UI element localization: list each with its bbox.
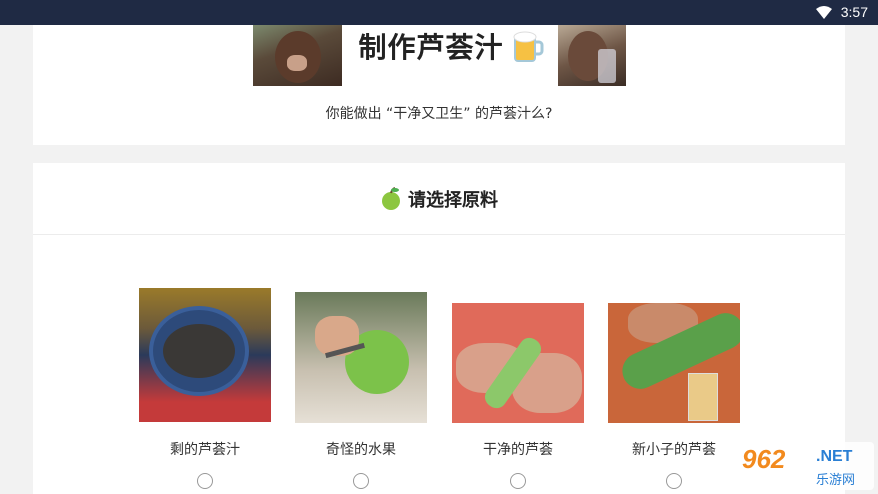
ingredient-card: 请选择原料 剩的芦荟汁 奇怪的水果 干净的芦荟 新小子的芦荟: [33, 163, 845, 494]
strange-fruit-image[interactable]: [295, 292, 427, 423]
section-header: 请选择原料: [33, 163, 845, 235]
wifi-icon: [816, 6, 832, 19]
option-radio[interactable]: [353, 473, 369, 489]
beer-icon: [512, 29, 544, 63]
right-photo: [558, 25, 626, 86]
new-guy-aloe-image[interactable]: [608, 303, 740, 423]
header-card: 制作芦荟汁 你能做出 “干净又卫生” 的芦荟汁么?: [33, 25, 845, 145]
watermark-number: 962: [742, 444, 786, 474]
watermark-name: 乐游网: [816, 473, 856, 488]
status-bar: 3:57: [0, 0, 878, 25]
option-radio[interactable]: [197, 473, 213, 489]
watermark-domain: .NET: [816, 448, 853, 465]
clean-aloe-image[interactable]: [452, 303, 584, 423]
option-label: 剩的芦荟汁: [170, 442, 240, 458]
option-label: 干净的芦荟: [483, 442, 553, 458]
section-title: 请选择原料: [408, 189, 498, 211]
site-watermark: 962 .NET 乐游网: [738, 442, 874, 490]
title-row: 制作芦荟汁: [349, 25, 553, 67]
leftover-juice-image[interactable]: [139, 288, 271, 422]
option-radio[interactable]: [666, 473, 682, 489]
page-title: 制作芦荟汁: [358, 31, 504, 64]
option-label: 新小子的芦荟: [632, 442, 716, 458]
option-radio[interactable]: [510, 473, 526, 489]
green-apple-icon: [380, 186, 402, 211]
status-time: 3:57: [840, 4, 868, 20]
subtitle: 你能做出 “干净又卫生” 的芦荟汁么?: [325, 106, 553, 122]
left-photo: [253, 25, 342, 86]
option-label: 奇怪的水果: [326, 442, 396, 458]
